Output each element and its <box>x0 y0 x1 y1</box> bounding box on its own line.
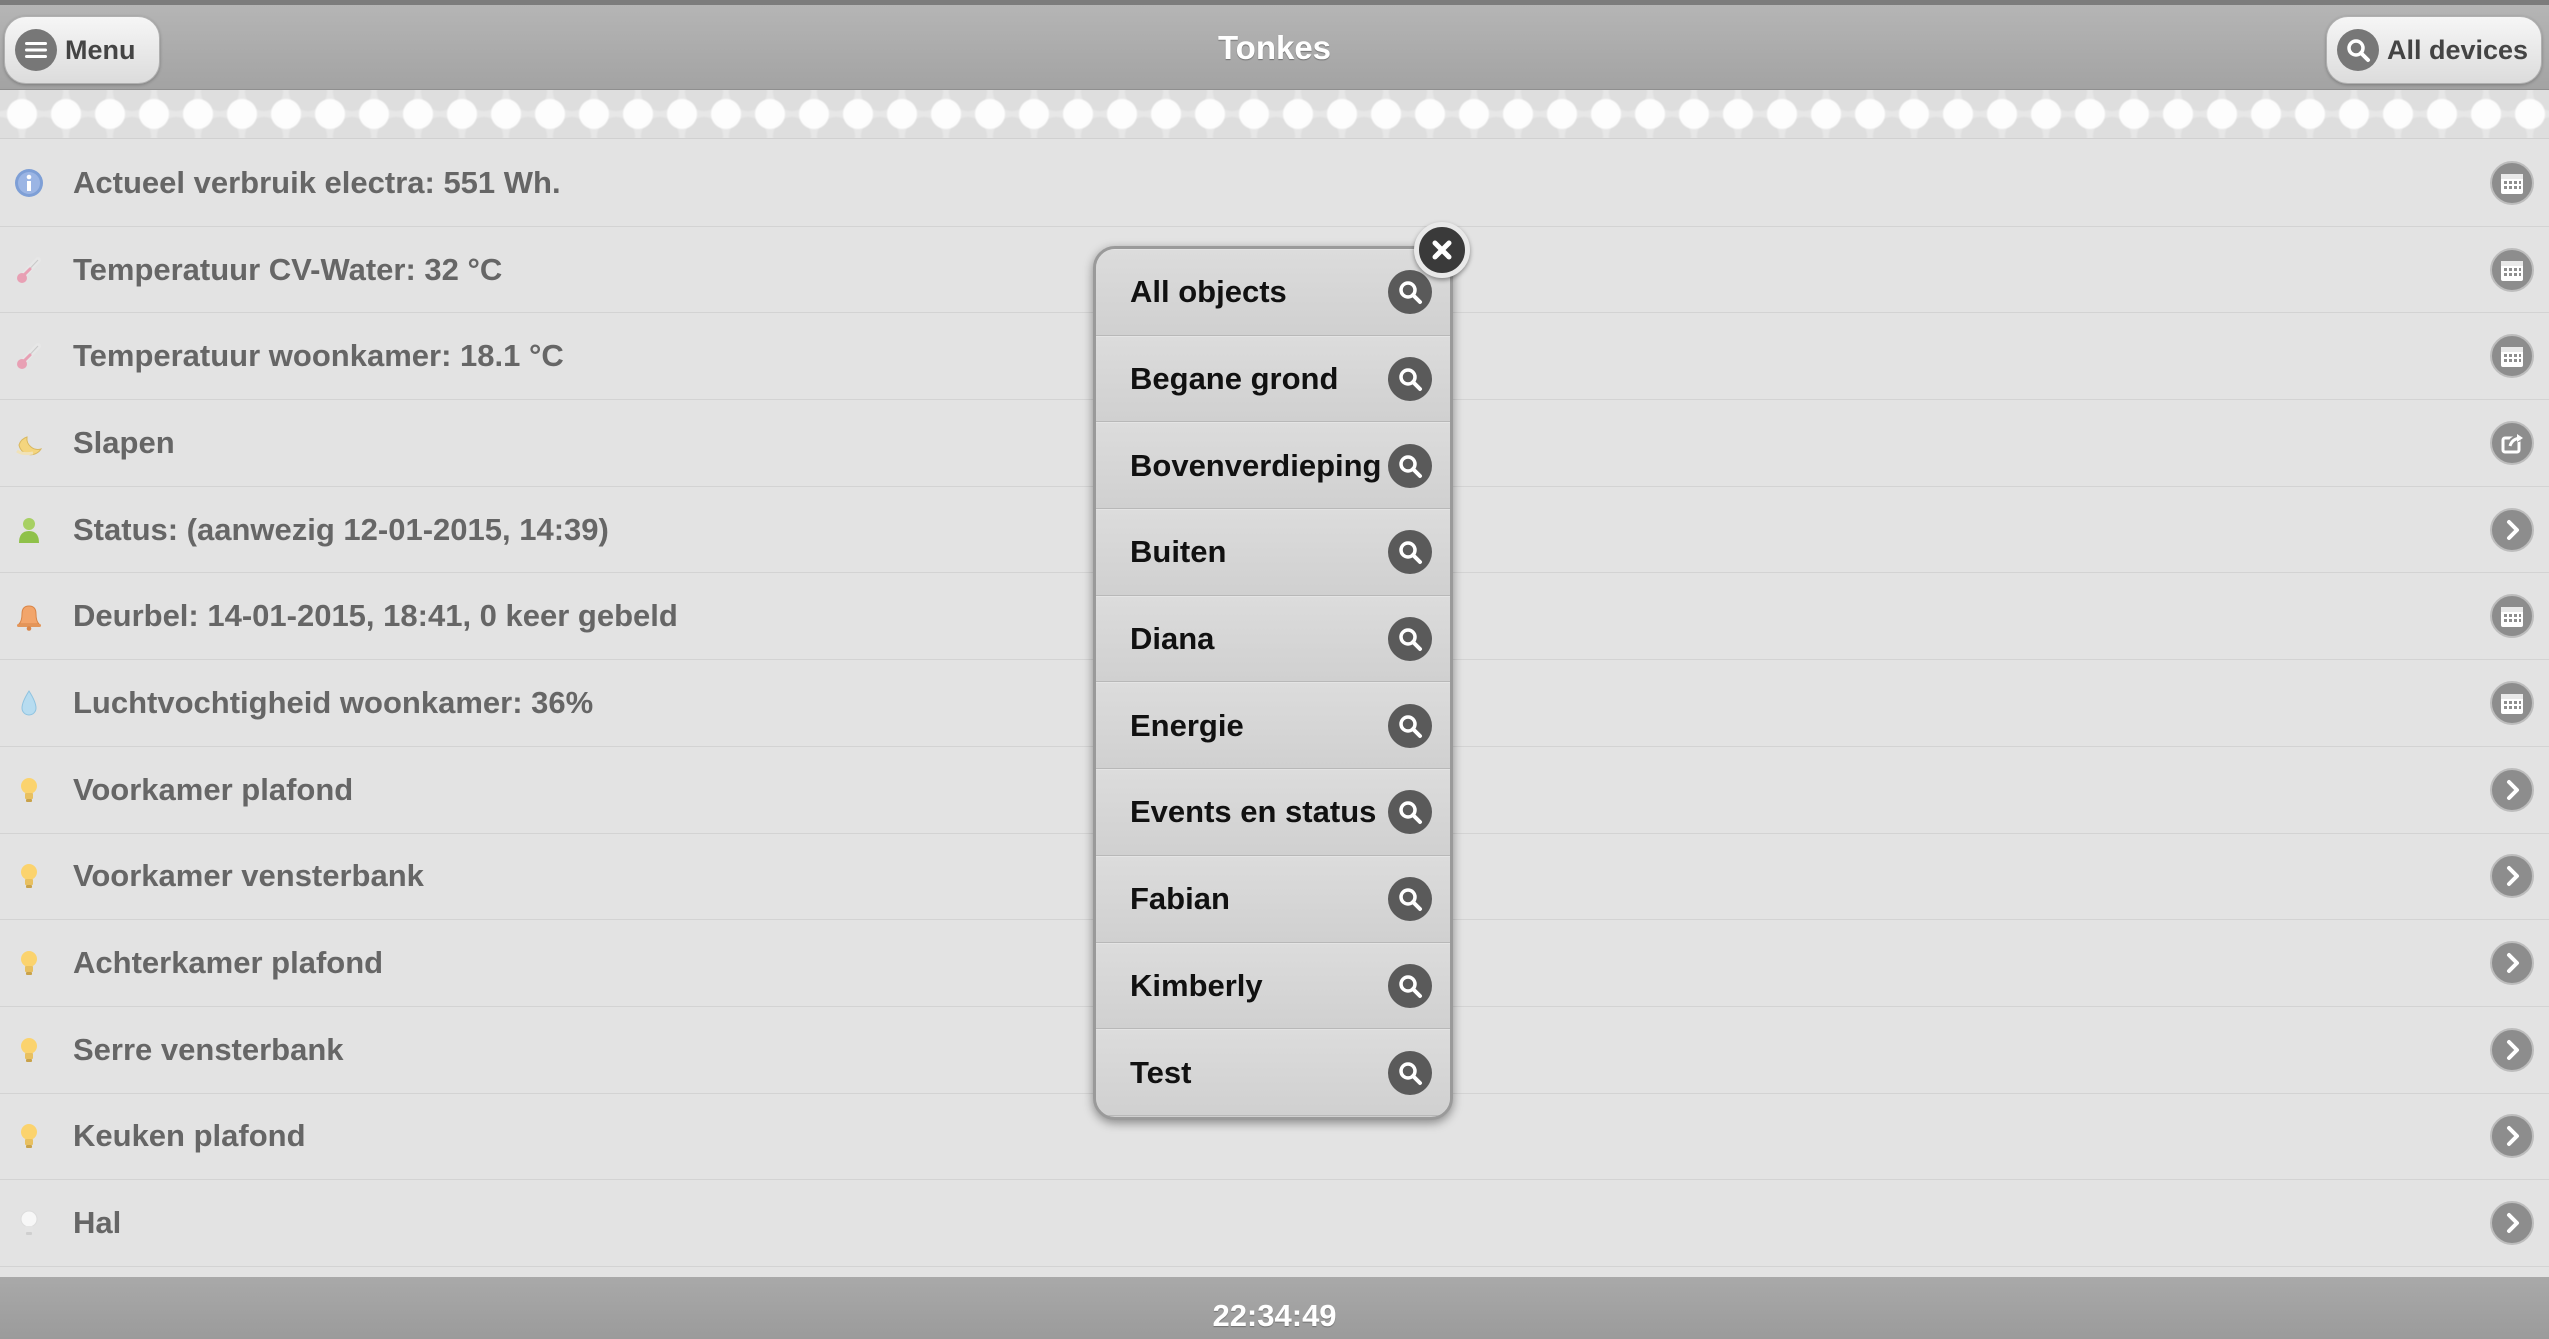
lightbulb-on-icon <box>12 1119 46 1153</box>
share-icon <box>2498 429 2526 457</box>
app-header: Menu Tonkes All devices <box>0 0 2549 90</box>
popup-item[interactable]: All objects <box>1096 249 1450 336</box>
popup-item-label: Test <box>1130 1054 1192 1090</box>
popup-item[interactable]: Fabian <box>1096 855 1450 943</box>
chevron-right-icon <box>2500 778 2524 802</box>
device-label: Luchtvochtigheid woonkamer: 36% <box>73 684 594 720</box>
search-icon[interactable] <box>1388 357 1432 402</box>
chevron-right-icon <box>2500 1211 2524 1235</box>
popup-item[interactable]: Test <box>1096 1029 1450 1116</box>
search-icon[interactable] <box>1388 877 1432 922</box>
person-icon <box>12 513 46 547</box>
calendar-icon <box>2498 256 2526 284</box>
calendar-icon <box>2498 602 2526 630</box>
device-label: Slapen <box>73 424 175 460</box>
bell-icon <box>12 599 46 633</box>
calendar-button[interactable] <box>2490 247 2534 292</box>
device-row[interactable]: Hal <box>0 1180 2549 1267</box>
filter-popup: All objects Begane grond Bovenverdieping Bu… <box>1093 246 1453 1120</box>
lightbulb-on-icon <box>12 773 46 807</box>
share-button[interactable] <box>2490 420 2534 465</box>
device-label: Achterkamer plafond <box>73 945 384 981</box>
device-row[interactable]: Actueel verbruik electra: 551 Wh. <box>0 140 2549 227</box>
chevron-right-button[interactable] <box>2490 1114 2534 1159</box>
info-icon <box>12 166 46 200</box>
calendar-button[interactable] <box>2490 334 2534 379</box>
device-label: Hal <box>73 1205 122 1241</box>
popup-item[interactable]: Diana <box>1096 595 1450 683</box>
calendar-icon <box>2498 342 2526 370</box>
device-label: Serre vensterbank <box>73 1031 344 1067</box>
chevron-right-button[interactable] <box>2490 1201 2534 1246</box>
popup-item[interactable]: Events en status <box>1096 769 1450 856</box>
chevron-right-button[interactable] <box>2490 854 2534 899</box>
popup-item-label: Fabian <box>1130 881 1230 917</box>
popup-item[interactable]: Kimberly <box>1096 942 1450 1030</box>
chevron-right-icon <box>2500 864 2524 888</box>
chevron-right-button[interactable] <box>2490 507 2534 552</box>
calendar-icon <box>2498 689 2526 717</box>
page-title: Tonkes <box>1217 29 1332 66</box>
lightbulb-off-icon <box>12 1206 46 1240</box>
popup-item-label: Events en status <box>1130 794 1377 830</box>
popup-item[interactable]: Begane grond <box>1096 335 1450 423</box>
popup-item-label: Bovenverdieping <box>1130 447 1382 483</box>
calendar-button[interactable] <box>2490 160 2534 205</box>
popup-item-label: Diana <box>1130 621 1215 657</box>
popup-item[interactable]: Energie <box>1096 682 1450 770</box>
chevron-right-icon <box>2500 1038 2524 1062</box>
device-label: Status: (aanwezig 12-01-2015, 14:39) <box>73 511 609 547</box>
chevron-right-button[interactable] <box>2490 941 2534 986</box>
search-icon[interactable] <box>1388 530 1432 575</box>
device-label: Voorkamer vensterbank <box>73 858 424 894</box>
popup-item-label: Buiten <box>1130 534 1227 570</box>
popup-item-label: Begane grond <box>1130 361 1339 397</box>
chevron-right-button[interactable] <box>2490 1027 2534 1072</box>
lightbulb-on-icon <box>12 859 46 893</box>
search-icon <box>2337 29 2379 71</box>
clock: 22:34:49 <box>1212 1298 1337 1333</box>
moon-icon <box>12 426 46 460</box>
search-icon[interactable] <box>1388 443 1432 488</box>
all-devices-label: All devices <box>2387 34 2529 65</box>
footer-bar: 22:34:49 <box>0 1277 2549 1339</box>
search-icon[interactable] <box>1388 963 1432 1008</box>
popup-item-label: Kimberly <box>1130 967 1263 1003</box>
calendar-icon <box>2498 169 2526 197</box>
calendar-button[interactable] <box>2490 594 2534 639</box>
all-devices-button[interactable]: All devices <box>2326 16 2542 84</box>
search-icon[interactable] <box>1388 703 1432 748</box>
calendar-button[interactable] <box>2490 680 2534 725</box>
search-icon[interactable] <box>1388 617 1432 662</box>
close-icon <box>1432 240 1452 260</box>
lightbulb-on-icon <box>12 1033 46 1067</box>
droplet-icon <box>12 686 46 720</box>
device-label: Temperatuur woonkamer: 18.1 °C <box>73 338 564 374</box>
device-label: Voorkamer plafond <box>73 771 354 807</box>
device-label: Temperatuur CV-Water: 32 °C <box>73 251 503 287</box>
thermometer-icon <box>12 253 46 287</box>
chevron-right-icon <box>2500 518 2524 542</box>
popup-item-label: All objects <box>1130 274 1287 310</box>
chevron-right-icon <box>2500 1124 2524 1148</box>
search-icon[interactable] <box>1388 790 1432 835</box>
chevron-right-icon <box>2500 951 2524 975</box>
search-icon[interactable] <box>1388 1050 1432 1095</box>
thermometer-icon <box>12 339 46 373</box>
popup-item[interactable]: Buiten <box>1096 509 1450 596</box>
device-label: Deurbel: 14-01-2015, 18:41, 0 keer gebel… <box>73 598 678 634</box>
decorative-pattern-strip <box>0 90 2549 139</box>
popup-item-label: Energie <box>1130 707 1244 743</box>
device-label: Actueel verbruik electra: 551 Wh. <box>73 164 561 200</box>
device-label: Keuken plafond <box>73 1118 306 1154</box>
search-icon[interactable] <box>1388 270 1432 315</box>
popup-item[interactable]: Bovenverdieping <box>1096 422 1450 510</box>
close-popup-button[interactable] <box>1414 222 1470 278</box>
chevron-right-button[interactable] <box>2490 767 2534 812</box>
lightbulb-on-icon <box>12 946 46 980</box>
